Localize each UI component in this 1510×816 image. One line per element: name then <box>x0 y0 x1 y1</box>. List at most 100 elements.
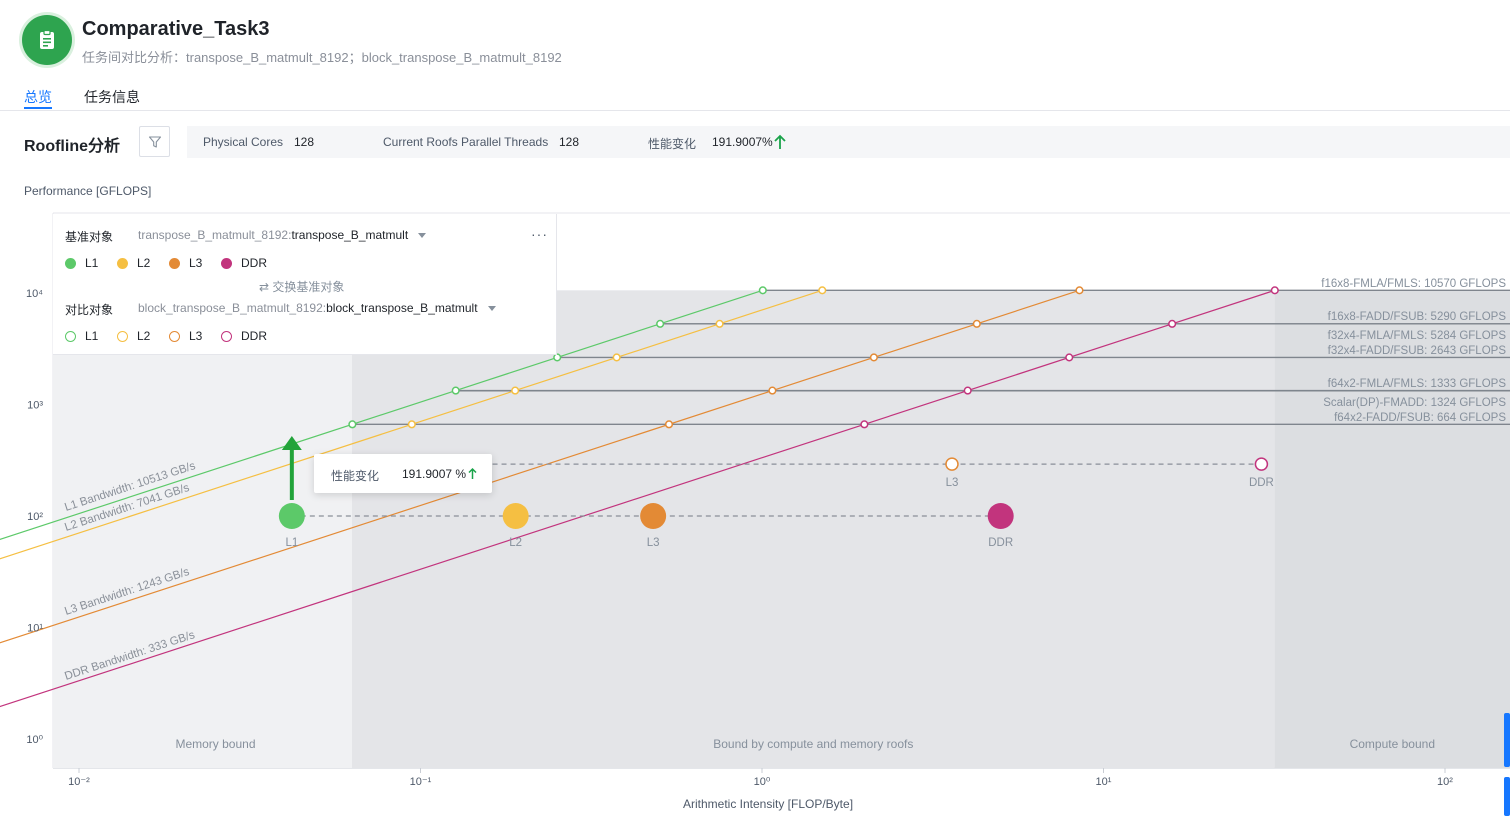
region-compute-bound <box>1274 290 1510 768</box>
y-tick-label: 10¹ <box>27 623 43 635</box>
legend-dot-l1 <box>65 257 76 269</box>
compute-roof-label: Scalar(DP)-FMADD: 1324 GFLOPS <box>1323 397 1506 409</box>
ridge-marker-l3 <box>664 420 674 429</box>
legend-text: L2 <box>137 329 151 343</box>
legend-compare-ddr[interactable]: DDR <box>221 329 267 343</box>
y-tick-label: 10⁴ <box>26 288 43 300</box>
compare-point-label: L3 <box>946 477 959 489</box>
compare-point-ddr <box>1254 457 1269 471</box>
legend-baseline-ddr[interactable]: DDR <box>221 256 267 270</box>
legend-baseline-l1[interactable]: L1 <box>65 256 98 270</box>
compute-roof-label: f64x2-FADD/FSUB: 664 GFLOPS <box>1334 412 1506 424</box>
region-compute-bound-label: Compute bound <box>1350 737 1435 751</box>
legend-text: L2 <box>137 256 151 270</box>
legend-compare-l3[interactable]: L3 <box>169 329 202 343</box>
baseline-point-ddr <box>987 503 1014 529</box>
ridge-marker-l2 <box>511 386 520 395</box>
legend-text: L3 <box>189 329 203 343</box>
compare-task: block_transpose_B_matmult_8192: <box>138 301 327 315</box>
y-tick-label: 10³ <box>27 400 43 412</box>
perf-change-tooltip: 性能变化 191.9007 % <box>314 454 492 493</box>
ridge-marker-l2 <box>612 353 621 362</box>
baseline-label: 基准对象 <box>65 230 114 244</box>
y-tick-label: 10⁰ <box>26 734 43 746</box>
baseline-select[interactable]: transpose_B_matmult_8192:transpose_B_mat… <box>138 228 427 242</box>
baseline-point-label: DDR <box>988 537 1013 549</box>
legend-ring-l1 <box>65 330 76 342</box>
more-icon[interactable]: ··· <box>531 226 548 242</box>
compare-point-l3 <box>945 457 959 471</box>
legend-text: L1 <box>85 329 99 343</box>
region-mixed-bound <box>351 290 1275 768</box>
y-tick-label: 10² <box>27 511 43 523</box>
baseline-point-label: L2 <box>509 537 522 549</box>
baseline-task: transpose_B_matmult_8192: <box>138 228 292 242</box>
baseline-func: transpose_B_matmult <box>291 228 409 242</box>
legend-dot-l3 <box>169 257 180 269</box>
region-memory-bound-upper <box>53 354 352 768</box>
ridge-marker-l2 <box>818 286 827 295</box>
legend-text: L1 <box>85 256 99 270</box>
chevron-down-icon <box>487 306 496 312</box>
ridge-marker-l1 <box>553 353 562 362</box>
baseline-point-l2 <box>502 503 529 529</box>
scroll-indicator[interactable] <box>1504 713 1510 767</box>
legend-ring-ddr <box>221 330 232 342</box>
ridge-marker-l1 <box>758 286 767 295</box>
swap-baseline-button[interactable]: ⇄ 交换基准对象 <box>259 278 344 295</box>
baseline-point-label: L3 <box>647 537 660 549</box>
compare-func: block_transpose_B_matmult <box>326 301 478 315</box>
legend-ring-l3 <box>169 330 180 342</box>
x-tick-label: 10⁻² <box>68 776 90 788</box>
legend-baseline-l3[interactable]: L3 <box>169 256 202 270</box>
compute-roof-label: f64x2-FMLA/FMLS: 1333 GFLOPS <box>1328 378 1507 390</box>
legend-compare-l2[interactable]: L2 <box>117 329 150 343</box>
legend-dot-ddr <box>221 257 232 269</box>
ridge-marker-ddr <box>1270 286 1279 295</box>
compare-select[interactable]: block_transpose_B_matmult_8192:block_tra… <box>138 301 496 315</box>
ridge-marker-l3 <box>972 319 981 328</box>
ridge-marker-l1 <box>348 420 357 429</box>
legend-compare-l1[interactable]: L1 <box>65 329 98 343</box>
swap-icon: ⇄ <box>259 280 273 294</box>
ridge-marker-ddr <box>963 386 972 395</box>
chevron-down-icon <box>418 233 427 239</box>
compare-label: 对比对象 <box>65 303 114 317</box>
scroll-indicator-lower[interactable] <box>1504 777 1510 816</box>
ridge-marker-l1 <box>451 386 460 395</box>
compute-roof-label: f32x4-FMLA/FMLS: 5284 GFLOPS <box>1328 330 1507 342</box>
x-tick-label: 10² <box>1437 776 1453 788</box>
baseline-point-l1 <box>278 503 305 529</box>
legend-panel: 基准对象 transpose_B_matmult_8192:transpose_… <box>53 214 557 355</box>
baseline-point-l3 <box>640 503 667 529</box>
ridge-marker-l3 <box>1075 286 1084 295</box>
ridge-marker-ddr <box>1168 319 1177 328</box>
legend-text: L3 <box>189 256 203 270</box>
legend-baseline-l2[interactable]: L2 <box>117 256 150 270</box>
ridge-marker-ddr <box>1065 353 1074 362</box>
tooltip-label: 性能变化 <box>331 469 380 483</box>
roofline-chart: Memory bound Bound by compute and memory … <box>0 212 1510 788</box>
baseline-point-label: L1 <box>285 537 298 549</box>
swap-baseline-label: 交换基准对象 <box>272 280 345 294</box>
region-memory-bound-label: Memory bound <box>175 737 255 751</box>
legend-text: DDR <box>241 329 267 343</box>
ridge-marker-l2 <box>407 420 416 429</box>
tooltip-value: 191.9007 % <box>402 467 467 481</box>
compute-roof-label: f32x4-FADD/FSUB: 2643 GFLOPS <box>1328 345 1507 357</box>
region-mixed-bound-label: Bound by compute and memory roofs <box>713 737 913 751</box>
compare-point-label: DDR <box>1249 477 1274 489</box>
compute-roof-label: f16x8-FMLA/FMLS: 10570 GFLOPS <box>1321 278 1506 290</box>
ridge-marker-l1 <box>656 319 665 328</box>
ridge-marker-ddr <box>860 420 869 429</box>
compute-roof-label: f16x8-FADD/FSUB: 5290 GFLOPS <box>1328 311 1507 323</box>
x-tick-label: 10¹ <box>1096 776 1112 788</box>
legend-text: DDR <box>241 256 267 270</box>
x-tick-label: 10⁰ <box>754 776 771 788</box>
legend-ring-l2 <box>117 330 128 342</box>
arrow-up-icon <box>468 467 477 479</box>
ridge-marker-l2 <box>715 319 724 328</box>
ridge-marker-l3 <box>768 386 777 395</box>
legend-dot-l2 <box>117 257 128 269</box>
x-tick-label: 10⁻¹ <box>410 776 432 788</box>
